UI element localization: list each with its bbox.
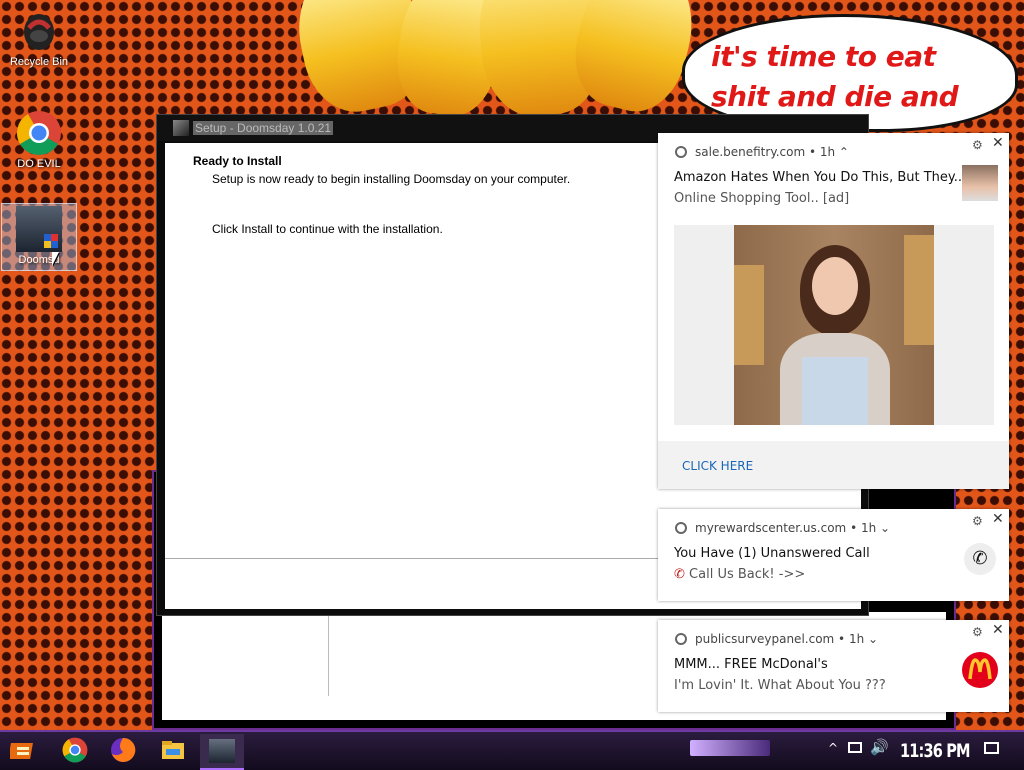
action-center-icon[interactable]	[984, 742, 999, 754]
notification-source: sale.benefitry.com • 1h ⌃	[675, 145, 849, 159]
settings-gear-icon[interactable]: ⚙	[972, 514, 983, 528]
close-icon[interactable]: ✕	[992, 511, 1004, 527]
notification-thumbnail	[962, 165, 998, 201]
doomsday-game-icon	[209, 739, 235, 763]
close-icon[interactable]: ✕	[992, 622, 1004, 638]
face	[812, 257, 858, 315]
chrome-icon	[675, 522, 687, 534]
settings-gear-icon[interactable]: ⚙	[972, 138, 983, 152]
notification-subtitle: ✆ Call Us Back! ->>	[674, 567, 805, 582]
desktop-icon-label: Recycle Bin	[9, 56, 69, 68]
notification-survey[interactable]: publicsurveypanel.com • 1h ⌄ ⚙ ✕ MMM... …	[658, 620, 1009, 712]
doomsday-game-icon	[16, 206, 62, 252]
box-right	[904, 235, 934, 345]
notification-title: You Have (1) Unanswered Call	[674, 546, 870, 561]
taskbar-chrome-icon[interactable]	[62, 737, 90, 765]
taskbar: ^ 🔊 11:36 PM	[0, 730, 1024, 770]
notification-time: • 1h ⌃	[808, 145, 849, 159]
start-button[interactable]	[8, 737, 38, 765]
setup-window-title: Setup - Doomsday 1.0.21	[193, 121, 334, 135]
chrome-icon	[675, 633, 687, 645]
notification-source-url: publicsurveypanel.com	[695, 632, 835, 646]
setup-heading: Ready to Install	[193, 154, 282, 168]
desktop-icon-do-evil[interactable]: DO EVIL	[2, 110, 76, 170]
notification-title: Amazon Hates When You Do This, But They.…	[674, 170, 967, 185]
notification-subtitle-text: Call Us Back! ->>	[689, 567, 806, 582]
network-icon[interactable]	[848, 742, 862, 753]
click-here-button[interactable]: CLICK HERE	[682, 459, 753, 473]
notification-source: myrewardscenter.us.com • 1h ⌄	[675, 521, 890, 535]
desktop-icon-doomsday[interactable]: Doomsd	[1, 203, 77, 271]
notification-action-bar: CLICK HERE	[658, 441, 1009, 489]
recycle-bin-icon	[16, 8, 62, 54]
show-hidden-icons-button[interactable]: ^	[828, 741, 838, 755]
taskbar-firefox-icon[interactable]	[110, 737, 138, 765]
mcdonalds-logo-icon	[962, 652, 998, 688]
taskbar-decoration	[690, 740, 770, 756]
phone-icon: ✆	[674, 567, 685, 582]
divider	[328, 612, 329, 696]
ad-woman-photo	[734, 225, 934, 425]
setup-app-icon	[173, 120, 189, 136]
notification-time: • 1h ⌄	[838, 632, 879, 646]
close-icon[interactable]: ✕	[992, 135, 1004, 151]
desktop-icon-recycle-bin[interactable]: Recycle Bin	[2, 8, 76, 68]
setup-subheading: Setup is now ready to begin installing D…	[212, 172, 571, 186]
notification-subtitle: Online Shopping Tool.. [ad]	[674, 191, 850, 206]
chrome-icon	[675, 146, 687, 158]
notification-rewards[interactable]: myrewardscenter.us.com • 1h ⌄ ⚙ ✕ You Ha…	[658, 509, 1009, 601]
notification-benefitry[interactable]: sale.benefitry.com • 1h ⌃ ⚙ ✕ Amazon Hat…	[658, 133, 1009, 489]
mouse-cursor-icon	[52, 252, 59, 266]
ringing-phone-icon: ✆	[964, 543, 996, 575]
notification-time: • 1h ⌄	[850, 521, 891, 535]
settings-gear-icon[interactable]: ⚙	[972, 625, 983, 639]
taskbar-setup-app-button[interactable]	[200, 734, 244, 770]
notification-subtitle: I'm Lovin' It. What About You ???	[674, 678, 886, 693]
chrome-icon	[16, 110, 62, 156]
taskbar-file-explorer-icon[interactable]	[160, 737, 188, 765]
notification-title: MMM... FREE McDonal's	[674, 657, 828, 672]
top	[802, 357, 868, 425]
notification-image-frame	[674, 225, 994, 425]
volume-icon[interactable]: 🔊	[870, 738, 889, 756]
notification-source-url: sale.benefitry.com	[695, 145, 806, 159]
setup-body-text: Click Install to continue with the insta…	[212, 222, 443, 236]
notification-source-url: myrewardscenter.us.com	[695, 521, 847, 535]
taskbar-clock[interactable]: 11:36 PM	[900, 740, 970, 762]
desktop-icon-label: DO EVIL	[17, 158, 61, 170]
box-left	[734, 265, 764, 365]
notification-source: publicsurveypanel.com • 1h ⌄	[675, 632, 878, 646]
